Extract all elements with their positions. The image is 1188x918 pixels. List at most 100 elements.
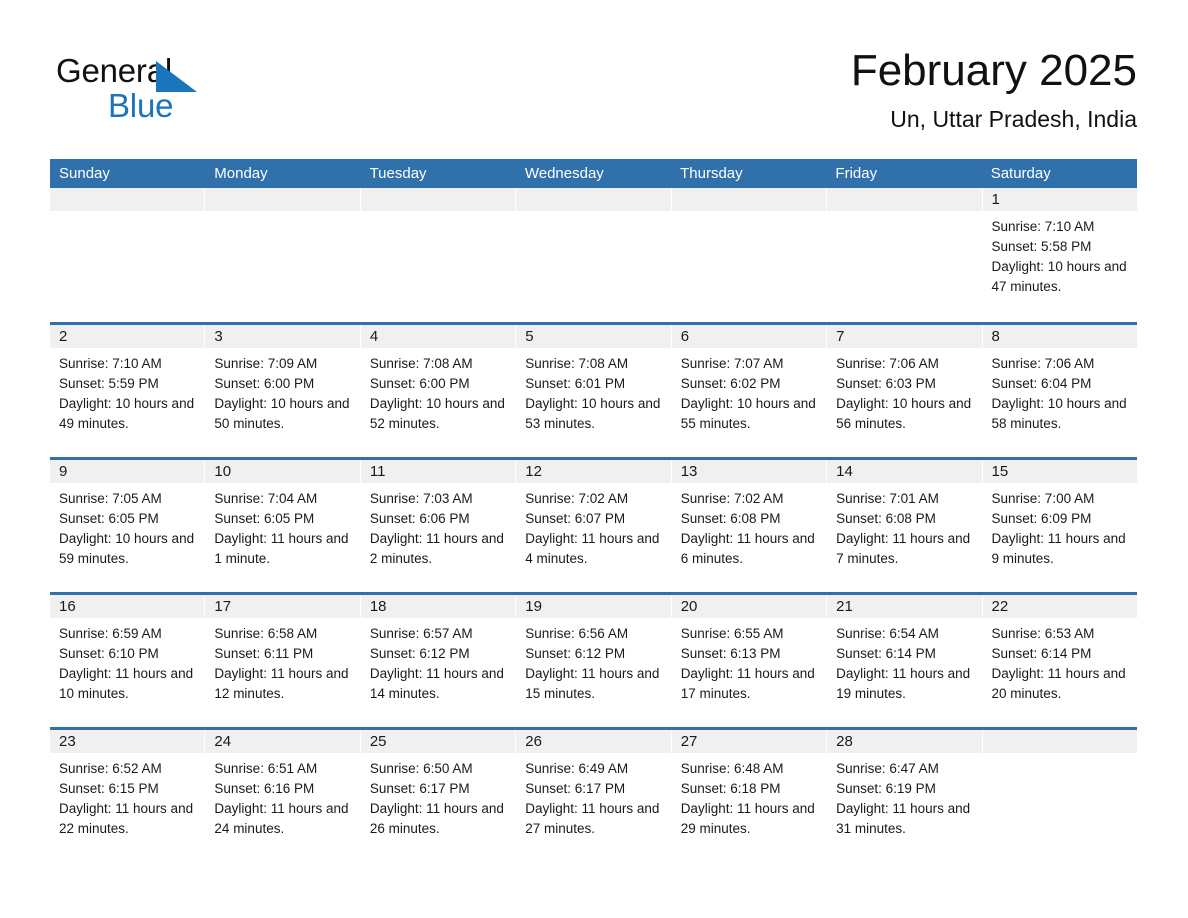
sunrise-text: Sunrise: 7:00 AM — [991, 491, 1095, 506]
sunrise-text: Sunrise: 7:10 AM — [991, 219, 1095, 234]
day-number: 9 — [50, 460, 205, 483]
day-cell[interactable]: 2 Sunrise: 7:10 AM Sunset: 5:59 PM Daylight… — [50, 325, 206, 457]
sunrise-text: Sunrise: 7:02 AM — [680, 491, 784, 506]
daylight-text: Daylight: 11 hours and 2 minutes. — [369, 531, 504, 566]
daylight-text: Daylight: 11 hours and 29 minutes. — [680, 801, 815, 836]
day-cell[interactable] — [671, 188, 828, 322]
day-cell[interactable]: 12 Sunrise: 7:02 AM Sunset: 6:07 PM Dayligh… — [516, 460, 672, 592]
day-cell[interactable]: 20 Sunrise: 6:55 AM Sunset: 6:13 PM Dayligh… — [671, 595, 828, 727]
sunset-text: Sunset: 6:12 PM — [525, 646, 626, 661]
day-details: Sunrise: 6:53 AM Sunset: 6:14 PM Daylight:… — [983, 618, 1137, 704]
day-number: 22 — [982, 595, 1137, 618]
daylight-text: Daylight: 11 hours and 20 minutes. — [991, 666, 1126, 701]
daylight-text: Daylight: 11 hours and 31 minutes. — [836, 801, 971, 836]
day-cell[interactable]: 23 Sunrise: 6:52 AM Sunset: 6:15 PM Dayligh… — [50, 730, 206, 854]
day-details: Sunrise: 7:10 AM Sunset: 5:58 PM Daylight:… — [983, 211, 1137, 297]
day-number: 8 — [982, 325, 1137, 348]
day-number: 13 — [671, 460, 827, 483]
day-cell[interactable]: 27 Sunrise: 6:48 AM Sunset: 6:18 PM Dayligh… — [671, 730, 828, 854]
generalblue-logo[interactable]: General Blue — [56, 52, 296, 132]
day-cell[interactable]: 22 Sunrise: 6:53 AM Sunset: 6:14 PM Dayligh… — [982, 595, 1137, 727]
day-number: 4 — [360, 325, 516, 348]
weekday-header-wednesday: Wednesday — [524, 165, 604, 182]
weekday-header-sunday: Sunday — [59, 165, 110, 182]
day-number: 1 — [982, 188, 1137, 211]
sunset-text: Sunset: 6:11 PM — [214, 646, 314, 661]
daylight-text: Daylight: 11 hours and 10 minutes. — [59, 666, 194, 701]
sunset-text: Sunset: 6:03 PM — [836, 376, 936, 391]
sunset-text: Sunset: 6:08 PM — [680, 511, 781, 526]
day-number — [982, 730, 1137, 753]
sunset-text: Sunset: 6:17 PM — [525, 781, 626, 796]
day-details: Sunrise: 6:56 AM Sunset: 6:12 PM Daylight:… — [516, 618, 670, 704]
daylight-text: Daylight: 11 hours and 6 minutes. — [680, 531, 815, 566]
sunset-text: Sunset: 6:07 PM — [525, 511, 626, 526]
day-number — [205, 188, 360, 211]
daylight-text: Daylight: 11 hours and 27 minutes. — [525, 801, 660, 836]
sunset-text: Sunset: 6:14 PM — [836, 646, 936, 661]
day-details: Sunrise: 7:05 AM Sunset: 6:05 PM Daylight:… — [50, 483, 204, 569]
day-cell[interactable]: 10 Sunrise: 7:04 AM Sunset: 6:05 PM Dayligh… — [205, 460, 361, 592]
day-cell[interactable]: 5 Sunrise: 7:08 AM Sunset: 6:01 PM Daylight… — [516, 325, 672, 457]
daylight-text: Daylight: 11 hours and 9 minutes. — [991, 531, 1126, 566]
sunrise-text: Sunrise: 6:52 AM — [59, 761, 162, 776]
day-cell[interactable]: 6 Sunrise: 7:07 AM Sunset: 6:02 PM Daylight… — [671, 325, 828, 457]
sunrise-text: Sunrise: 7:02 AM — [525, 491, 629, 506]
day-details: Sunrise: 7:08 AM Sunset: 6:00 PM Daylight:… — [361, 348, 515, 434]
day-number — [50, 188, 205, 211]
day-cell[interactable]: 9 Sunrise: 7:05 AM Sunset: 6:05 PM Daylight… — [50, 460, 206, 592]
day-number: 18 — [360, 595, 516, 618]
day-cell[interactable]: 4 Sunrise: 7:08 AM Sunset: 6:00 PM Daylight… — [360, 325, 517, 457]
daylight-text: Daylight: 10 hours and 56 minutes. — [836, 396, 972, 431]
day-cell[interactable]: 19 Sunrise: 6:56 AM Sunset: 6:12 PM Dayligh… — [516, 595, 672, 727]
day-cell[interactable]: 25 Sunrise: 6:50 AM Sunset: 6:17 PM Dayligh… — [360, 730, 517, 854]
daylight-text: Daylight: 10 hours and 47 minutes. — [991, 259, 1127, 294]
day-cell[interactable] — [205, 188, 361, 322]
day-cell[interactable]: 18 Sunrise: 6:57 AM Sunset: 6:12 PM Dayligh… — [360, 595, 517, 727]
day-cell[interactable]: 16 Sunrise: 6:59 AM Sunset: 6:10 PM Dayligh… — [50, 595, 206, 727]
day-cell[interactable]: 21 Sunrise: 6:54 AM Sunset: 6:14 PM Dayligh… — [827, 595, 983, 727]
day-cell[interactable]: 28 Sunrise: 6:47 AM Sunset: 6:19 PM Dayligh… — [827, 730, 983, 854]
day-cell[interactable]: 14 Sunrise: 7:01 AM Sunset: 6:08 PM Dayligh… — [827, 460, 983, 592]
day-cell[interactable]: 1 Sunrise: 7:10 AM Sunset: 5:58 PM Daylight… — [982, 188, 1137, 322]
sunset-text: Sunset: 6:05 PM — [59, 511, 159, 526]
weekday-header-tuesday: Tuesday — [369, 165, 427, 182]
day-cell[interactable]: 13 Sunrise: 7:02 AM Sunset: 6:08 PM Dayligh… — [671, 460, 828, 592]
sunset-text: Sunset: 6:10 PM — [59, 646, 159, 661]
day-details: Sunrise: 7:04 AM Sunset: 6:05 PM Daylight:… — [205, 483, 359, 569]
sunset-text: Sunset: 6:08 PM — [836, 511, 936, 526]
sunset-text: Sunset: 6:00 PM — [214, 376, 315, 391]
day-details: Sunrise: 7:06 AM Sunset: 6:04 PM Daylight:… — [983, 348, 1137, 434]
day-details: Sunrise: 7:01 AM Sunset: 6:08 PM Daylight:… — [827, 483, 981, 569]
day-number — [516, 188, 671, 211]
day-cell[interactable] — [827, 188, 983, 322]
day-number — [360, 188, 516, 211]
day-cell[interactable] — [50, 188, 206, 322]
day-details: Sunrise: 7:09 AM Sunset: 6:00 PM Daylight:… — [205, 348, 359, 434]
day-cell[interactable]: 24 Sunrise: 6:51 AM Sunset: 6:16 PM Dayligh… — [205, 730, 361, 854]
sunset-text: Sunset: 6:00 PM — [369, 376, 470, 391]
day-cell[interactable]: 26 Sunrise: 6:49 AM Sunset: 6:17 PM Dayligh… — [516, 730, 672, 854]
day-details: Sunrise: 7:10 AM Sunset: 5:59 PM Daylight:… — [50, 348, 204, 434]
day-number: 28 — [827, 730, 982, 753]
day-cell[interactable] — [516, 188, 672, 322]
sunrise-text: Sunrise: 6:49 AM — [525, 761, 629, 776]
sunrise-text: Sunrise: 7:05 AM — [59, 491, 162, 506]
day-cell[interactable]: 17 Sunrise: 6:58 AM Sunset: 6:11 PM Dayligh… — [205, 595, 361, 727]
day-details — [672, 211, 826, 217]
day-cell[interactable]: 7 Sunrise: 7:06 AM Sunset: 6:03 PM Daylight… — [827, 325, 983, 457]
day-cell[interactable]: 15 Sunrise: 7:00 AM Sunset: 6:09 PM Dayligh… — [982, 460, 1137, 592]
day-cell[interactable]: 3 Sunrise: 7:09 AM Sunset: 6:00 PM Daylight… — [205, 325, 361, 457]
day-cell[interactable] — [360, 188, 517, 322]
sunrise-text: Sunrise: 7:06 AM — [991, 356, 1095, 371]
sunrise-text: Sunrise: 7:08 AM — [369, 356, 473, 371]
day-cell[interactable] — [982, 730, 1137, 854]
daylight-text: Daylight: 11 hours and 26 minutes. — [369, 801, 504, 836]
day-cell[interactable]: 8 Sunrise: 7:06 AM Sunset: 6:04 PM Daylight… — [982, 325, 1137, 457]
day-details: Sunrise: 6:55 AM Sunset: 6:13 PM Daylight:… — [672, 618, 826, 704]
logo-text-general: General — [56, 52, 173, 89]
sunrise-text: Sunrise: 7:09 AM — [214, 356, 318, 371]
sunrise-text: Sunrise: 7:01 AM — [836, 491, 939, 506]
day-cell[interactable]: 11 Sunrise: 7:03 AM Sunset: 6:06 PM Dayligh… — [360, 460, 517, 592]
daylight-text: Daylight: 11 hours and 12 minutes. — [214, 666, 349, 701]
